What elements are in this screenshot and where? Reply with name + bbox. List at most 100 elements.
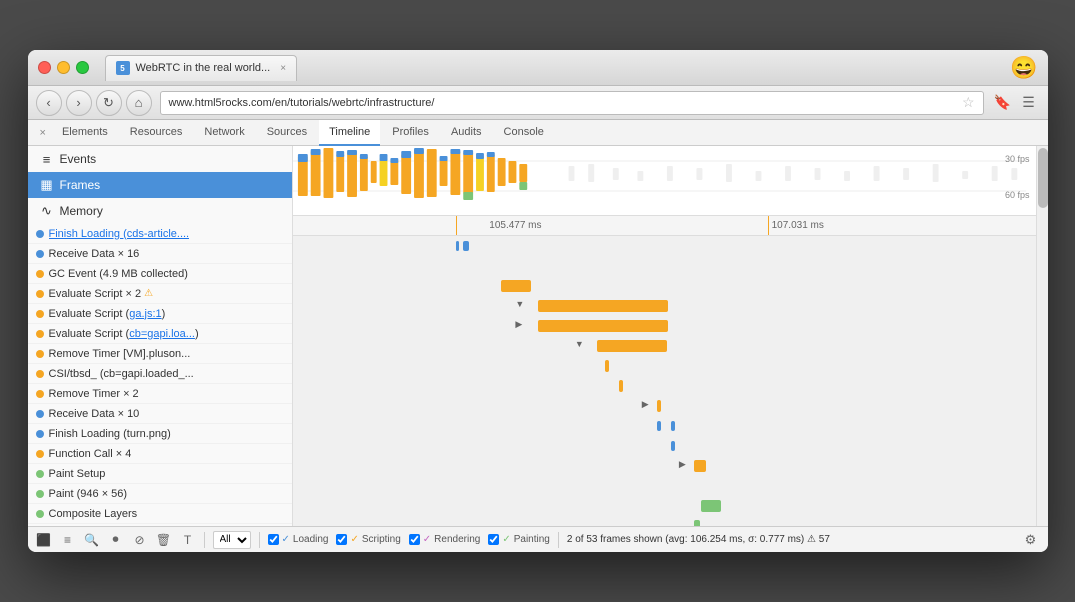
loading-label: ✓ bbox=[282, 534, 290, 545]
extensions-icon[interactable]: 🔖 bbox=[992, 92, 1014, 114]
avg-text: (avg: 106.254 ms, σ: 0.777 ms) bbox=[665, 534, 804, 545]
entry-label: GC Event (4.9 MB collected) bbox=[49, 268, 188, 280]
list-item[interactable]: Evaluate Script (cb=gapi.loa...) bbox=[28, 324, 292, 344]
list-item[interactable]: Finish Loading (turn.png) bbox=[28, 424, 292, 444]
sidebar-item-events[interactable]: ≡ Events bbox=[28, 146, 292, 172]
tab-profiles[interactable]: Profiles bbox=[382, 120, 439, 146]
events-icon: ≡ bbox=[40, 152, 54, 167]
list-item[interactable]: Remove Timer × 2 bbox=[28, 384, 292, 404]
tab-close-button[interactable]: × bbox=[280, 63, 286, 74]
expand-arrow: ▼ bbox=[575, 339, 584, 349]
event-row bbox=[293, 276, 1036, 296]
url-domain: www.html5rocks.com bbox=[169, 97, 272, 109]
scripting-checkbox[interactable] bbox=[336, 534, 347, 545]
home-button[interactable]: ⌂ bbox=[126, 90, 152, 116]
back-button[interactable]: ‹ bbox=[36, 90, 62, 116]
entry-label: Paint (946 × 56) bbox=[49, 488, 128, 500]
sidebar-item-frames[interactable]: ▦ Frames bbox=[28, 172, 292, 198]
stop-icon[interactable]: ⊘ bbox=[132, 532, 148, 548]
refresh-button[interactable]: ↻ bbox=[96, 90, 122, 116]
clear-icon[interactable]: ≡ bbox=[60, 532, 76, 548]
browser-tab[interactable]: 5 WebRTC in the real world... × bbox=[105, 55, 298, 81]
entry-color-dot bbox=[36, 510, 44, 518]
timeline-graph-header: 30 fps 60 fps bbox=[293, 146, 1036, 216]
bookmark-icon[interactable]: ☆ bbox=[962, 94, 975, 111]
entry-color-dot bbox=[36, 250, 44, 258]
entry-color-dot bbox=[36, 230, 44, 238]
devtools-close-button[interactable]: × bbox=[36, 127, 50, 139]
event-bar bbox=[694, 460, 706, 472]
text-icon[interactable]: T bbox=[180, 532, 196, 548]
list-item[interactable]: Evaluate Script × 2 ⚠ bbox=[28, 284, 292, 304]
entry-color-dot bbox=[36, 390, 44, 398]
rendering-checkbox[interactable] bbox=[409, 534, 420, 545]
list-item[interactable]: Receive Data × 10 bbox=[28, 404, 292, 424]
tab-favicon: 5 bbox=[116, 61, 130, 75]
tab-console[interactable]: Console bbox=[494, 120, 554, 146]
close-button[interactable] bbox=[38, 61, 51, 74]
rendering-text: Rendering bbox=[434, 534, 480, 545]
scripting-filter: ✓ Scripting bbox=[336, 534, 400, 545]
tab-bar: 5 WebRTC in the real world... × bbox=[105, 50, 298, 85]
scrollbar[interactable] bbox=[1036, 146, 1048, 526]
search-icon[interactable]: 🔍 bbox=[84, 532, 100, 548]
sidebar-item-memory[interactable]: ∿ Memory bbox=[28, 198, 292, 224]
tab-sources[interactable]: Sources bbox=[257, 120, 317, 146]
entry-label: Remove Timer [VM].pluson... bbox=[49, 348, 191, 360]
entry-label: Receive Data × 10 bbox=[49, 408, 140, 420]
settings-gear-icon[interactable]: ⚙ bbox=[1022, 531, 1040, 549]
rendering-filter: ✓ Rendering bbox=[409, 534, 481, 545]
event-bar bbox=[657, 421, 661, 431]
list-item[interactable]: Evaluate Script (ga.js:1) bbox=[28, 304, 292, 324]
browser-window: 5 WebRTC in the real world... × 😄 ‹ › ↻ … bbox=[28, 50, 1048, 552]
list-item[interactable]: Remove Timer [VM].pluson... bbox=[28, 344, 292, 364]
minimize-button[interactable] bbox=[57, 61, 70, 74]
sidebar-item-memory-label: Memory bbox=[60, 204, 103, 218]
entry-label: Evaluate Script (cb=gapi.loa...) bbox=[49, 328, 199, 340]
timeline-marker-left: 105.477 ms bbox=[489, 220, 541, 231]
list-item[interactable]: Finish Loading (cds-article.... bbox=[28, 224, 292, 244]
entry-color-dot bbox=[36, 310, 44, 318]
event-row bbox=[293, 376, 1036, 396]
entry-label: Evaluate Script × 2 bbox=[49, 288, 142, 300]
list-item[interactable]: Receive Data × 16 bbox=[28, 244, 292, 264]
tab-elements[interactable]: Elements bbox=[52, 120, 118, 146]
list-item[interactable]: CSI/tbsd_ (cb=gapi.loaded_... bbox=[28, 364, 292, 384]
menu-icon[interactable]: ☰ bbox=[1018, 92, 1040, 114]
loading-checkbox[interactable] bbox=[268, 534, 279, 545]
list-item[interactable]: Function Call × 4 bbox=[28, 444, 292, 464]
divider bbox=[558, 532, 559, 548]
loading-filter: ✓ Loading bbox=[268, 534, 329, 545]
event-row bbox=[293, 516, 1036, 526]
tab-network[interactable]: Network bbox=[194, 120, 254, 146]
list-item[interactable]: Paint Setup bbox=[28, 464, 292, 484]
tab-resources[interactable]: Resources bbox=[120, 120, 193, 146]
entry-color-dot bbox=[36, 270, 44, 278]
entry-color-dot bbox=[36, 490, 44, 498]
sidebar: ≡ Events ▦ Frames ∿ Memory Finish Loadin… bbox=[28, 146, 293, 526]
tab-timeline[interactable]: Timeline bbox=[319, 120, 380, 146]
url-text: www.html5rocks.com/en/tutorials/webrtc/i… bbox=[169, 97, 958, 109]
address-bar[interactable]: www.html5rocks.com/en/tutorials/webrtc/i… bbox=[160, 91, 984, 115]
entry-color-dot bbox=[36, 430, 44, 438]
list-item[interactable]: Composite Layers bbox=[28, 504, 292, 524]
event-bar bbox=[538, 300, 668, 312]
event-bar bbox=[657, 400, 661, 412]
record-icon[interactable]: ⬛ bbox=[36, 532, 52, 548]
list-item[interactable]: Paint (946 × 56) bbox=[28, 484, 292, 504]
forward-button[interactable]: › bbox=[66, 90, 92, 116]
event-bar bbox=[538, 320, 668, 332]
list-item[interactable]: GC Event (4.9 MB collected) bbox=[28, 264, 292, 284]
timeline-marker-row: 105.477 ms 107.031 ms bbox=[293, 216, 1036, 236]
trash-icon[interactable]: 🗑 bbox=[156, 532, 172, 548]
entry-label: CSI/tbsd_ (cb=gapi.loaded_... bbox=[49, 368, 194, 380]
filter-select[interactable]: All bbox=[213, 531, 251, 549]
devtools-topbar: × Elements Resources Network Sources Tim… bbox=[28, 120, 1048, 146]
event-row bbox=[293, 436, 1036, 456]
tab-audits[interactable]: Audits bbox=[441, 120, 492, 146]
scrollbar-thumb[interactable] bbox=[1038, 148, 1048, 208]
record-circle-icon[interactable]: ⏺ bbox=[108, 532, 124, 548]
maximize-button[interactable] bbox=[76, 61, 89, 74]
painting-checkbox[interactable] bbox=[488, 534, 499, 545]
event-row bbox=[293, 256, 1036, 276]
